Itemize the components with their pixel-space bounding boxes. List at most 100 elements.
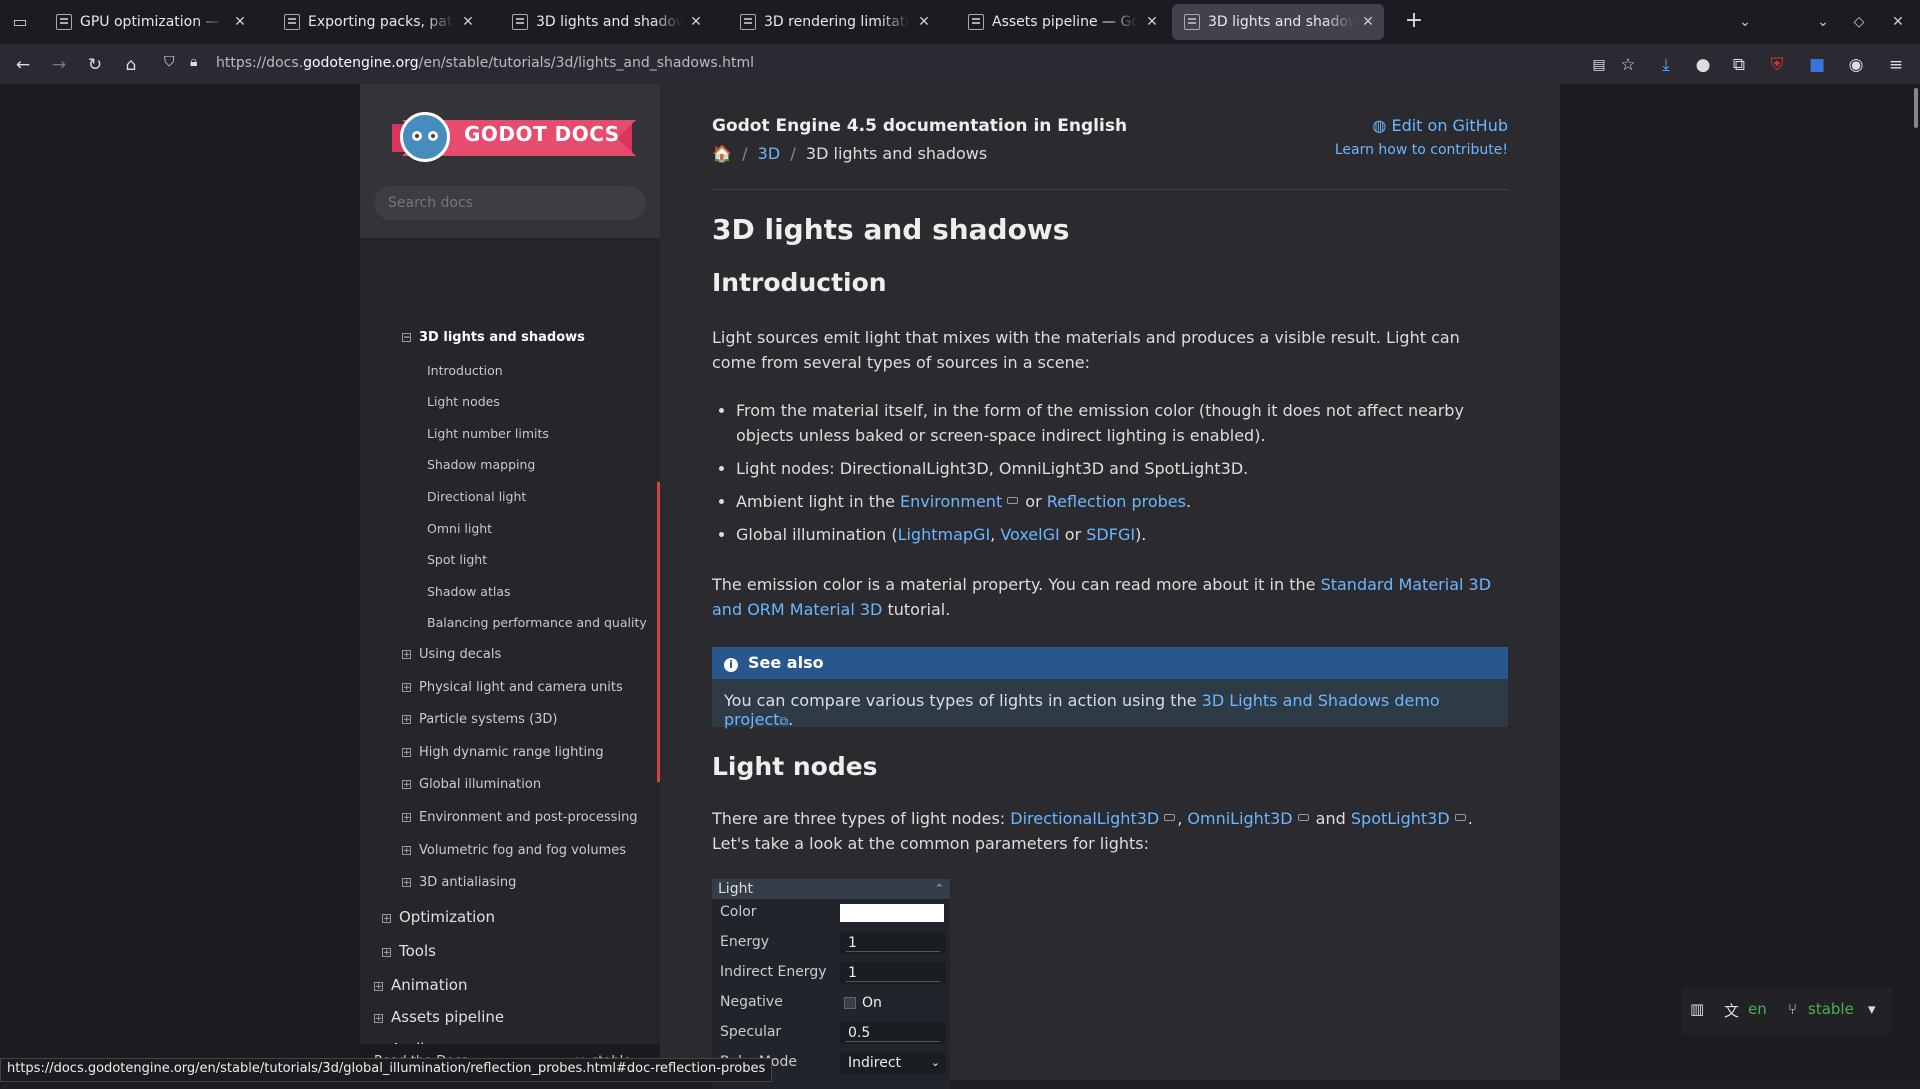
tab-gpu-optimization[interactable]: GPU optimization — Godot Engine ✕ xyxy=(44,4,256,40)
expand-icon[interactable]: + xyxy=(402,715,411,725)
downloads-icon[interactable]: ⤓ xyxy=(1655,54,1677,76)
expand-icon[interactable]: + xyxy=(382,947,391,957)
home-icon[interactable]: 🏠 xyxy=(712,144,732,163)
see-also-body: You can compare various types of lights … xyxy=(712,679,1508,741)
url-bar[interactable]: ⛉ 🔒︎ https://docs.godotengine.org/en/sta… xyxy=(156,49,1636,79)
expand-icon[interactable]: + xyxy=(402,878,411,888)
search-input[interactable] xyxy=(374,186,646,220)
reader-view-icon[interactable]: ▤ xyxy=(1588,54,1610,76)
sidebar-item[interactable]: Introduction xyxy=(360,363,660,378)
tab-3d-rendering-limitations[interactable]: 3D rendering limitations — Godot Engine … xyxy=(728,4,940,40)
expand-icon[interactable]: + xyxy=(402,650,411,660)
page-scrollbar[interactable] xyxy=(1914,88,1918,128)
forward-icon[interactable]: → xyxy=(48,54,70,76)
sidebar-item[interactable]: −3D lights and shadows xyxy=(360,330,660,345)
ublock-icon[interactable]: ⛨ xyxy=(1766,54,1788,76)
sidebar-item[interactable]: + Global illumination xyxy=(360,777,660,792)
sidebar-item[interactable]: Balancing performance and quality xyxy=(360,615,660,630)
navigation-toolbar: ← → ↻ ⌂ ⛉ 🔒︎ https://docs.godotengine.or… xyxy=(0,44,1920,85)
lightmapgi-link[interactable]: LightmapGI xyxy=(898,525,991,544)
new-tab-icon[interactable]: + xyxy=(1402,10,1426,34)
tab-3d-lights-1[interactable]: 3D lights and shadows — Godot Engine ✕ xyxy=(500,4,712,40)
edit-on-github-link[interactable]: ◍ Edit on GitHub xyxy=(1372,116,1508,135)
expand-icon[interactable]: + xyxy=(402,780,411,790)
book-icon[interactable]: ▥ xyxy=(1690,1000,1704,1018)
directionallight3d-link[interactable]: DirectionalLight3D xyxy=(1010,809,1159,828)
reload-icon[interactable]: ↻ xyxy=(84,54,106,76)
expand-icon[interactable]: + xyxy=(374,981,383,991)
window-close-icon[interactable]: ✕ xyxy=(1886,12,1910,32)
minimize-icon[interactable]: ⌄ xyxy=(1811,12,1835,32)
sidebar-item[interactable]: Omni light xyxy=(360,521,660,536)
sidebar-item[interactable]: + Tools xyxy=(360,942,660,960)
voxelgi-link[interactable]: VoxelGI xyxy=(1000,525,1059,544)
sidebar-item[interactable]: + Assets pipeline xyxy=(360,1008,660,1026)
maximize-icon[interactable]: ◇ xyxy=(1847,12,1871,32)
environment-link[interactable]: Environment xyxy=(900,492,1002,511)
bookmark-star-icon[interactable]: ☆ xyxy=(1617,54,1639,76)
sidebar-item[interactable]: Light number limits xyxy=(360,426,660,441)
expand-icon[interactable]: + xyxy=(402,747,411,757)
list-all-tabs-icon[interactable]: ⌄ xyxy=(1733,12,1757,32)
sidebar-item[interactable]: + Physical light and camera units xyxy=(360,680,660,695)
breadcrumb-3d[interactable]: 3D xyxy=(758,144,781,163)
menu-icon[interactable]: ≡ xyxy=(1885,54,1907,76)
sidebar-item[interactable]: + Optimization xyxy=(360,908,660,926)
reflection-probes-link[interactable]: Reflection probes xyxy=(1047,492,1186,511)
sidebar-item[interactable]: + Using decals xyxy=(360,647,660,662)
sidebar-item[interactable]: + Animation xyxy=(360,976,660,994)
tab-exporting-packs[interactable]: Exporting packs, patches, and mods ✕ xyxy=(272,4,484,40)
sidebar-item[interactable]: Shadow mapping xyxy=(360,457,660,472)
sidebar-item[interactable]: +3D antialiasing xyxy=(360,875,660,890)
bitwarden-icon[interactable]: ■ xyxy=(1806,54,1828,76)
sidebar-item[interactable]: + Volumetric fog and fog volumes xyxy=(360,843,660,858)
omnilight3d-link[interactable]: OmniLight3D xyxy=(1187,809,1292,828)
close-icon[interactable]: ✕ xyxy=(1144,14,1160,30)
profile-extension-icon[interactable]: ◉ xyxy=(1845,54,1867,76)
inspector-value: On xyxy=(840,992,946,1014)
info-extension-icon[interactable]: ● xyxy=(1692,54,1714,76)
expand-icon[interactable]: + xyxy=(382,913,391,923)
tab-overview-icon[interactable]: ▭ xyxy=(10,12,30,32)
see-also-admonition: i See also You can compare various types … xyxy=(712,647,1508,729)
sidebar-item[interactable]: + High dynamic range lighting xyxy=(360,745,660,760)
sidebar-scrollbar[interactable] xyxy=(657,482,660,782)
see-also-title: i See also xyxy=(712,647,1508,679)
collapse-icon[interactable]: − xyxy=(402,333,411,343)
back-icon[interactable]: ← xyxy=(12,54,34,76)
tab-3d-lights-active[interactable]: 3D lights and shadows — Godot Engine ✕ xyxy=(1172,4,1384,40)
sidebar-item[interactable]: Spot light xyxy=(360,552,660,567)
version-label[interactable]: stable xyxy=(1808,1000,1854,1018)
sidebar-item[interactable]: Shadow atlas xyxy=(360,584,660,599)
inspector-row-color: Color xyxy=(712,899,950,927)
spotlight3d-link[interactable]: SpotLight3D xyxy=(1351,809,1450,828)
close-icon[interactable]: ✕ xyxy=(916,14,932,30)
page-margin-left xyxy=(0,84,360,1080)
inspector-label: Energy xyxy=(720,934,770,950)
extensions-icon[interactable]: ⧉ xyxy=(1728,54,1750,76)
language-label[interactable]: en xyxy=(1748,1000,1767,1018)
sidebar-item[interactable]: Light nodes xyxy=(360,394,660,409)
chevron-down-icon[interactable]: ▾ xyxy=(1868,1000,1876,1018)
url-text[interactable]: https://docs.godotengine.org/en/stable/t… xyxy=(216,55,754,71)
expand-icon[interactable]: + xyxy=(402,682,411,692)
lock-icon[interactable]: 🔒︎ xyxy=(190,54,197,70)
expand-icon[interactable]: + xyxy=(402,813,411,823)
tab-assets-pipeline[interactable]: Assets pipeline — Godot Engine ✕ xyxy=(956,4,1168,40)
sidebar-item[interactable]: Directional light xyxy=(360,489,660,504)
sidebar-item[interactable]: + Particle systems (3D) xyxy=(360,712,660,727)
sidebar-item[interactable]: + Environment and post-processing xyxy=(360,810,660,825)
close-icon[interactable]: ✕ xyxy=(1360,14,1376,30)
version-flyout[interactable]: ▥ 文 en ⑂ stable ▾ xyxy=(1682,987,1892,1035)
text: Ambient light in the xyxy=(736,492,901,511)
close-icon[interactable]: ✕ xyxy=(232,14,248,30)
tracking-shield-icon[interactable]: ⛉ xyxy=(164,54,175,70)
expand-icon[interactable]: + xyxy=(374,1013,383,1023)
home-icon[interactable]: ⌂ xyxy=(120,54,142,76)
expand-icon[interactable]: + xyxy=(402,845,411,855)
godot-docs-logo[interactable]: GODOT DOCS xyxy=(382,112,644,162)
close-icon[interactable]: ✕ xyxy=(460,14,476,30)
close-icon[interactable]: ✕ xyxy=(688,14,704,30)
contribute-link[interactable]: Learn how to contribute! xyxy=(1335,142,1508,158)
sdfgi-link[interactable]: SDFGI xyxy=(1086,525,1135,544)
